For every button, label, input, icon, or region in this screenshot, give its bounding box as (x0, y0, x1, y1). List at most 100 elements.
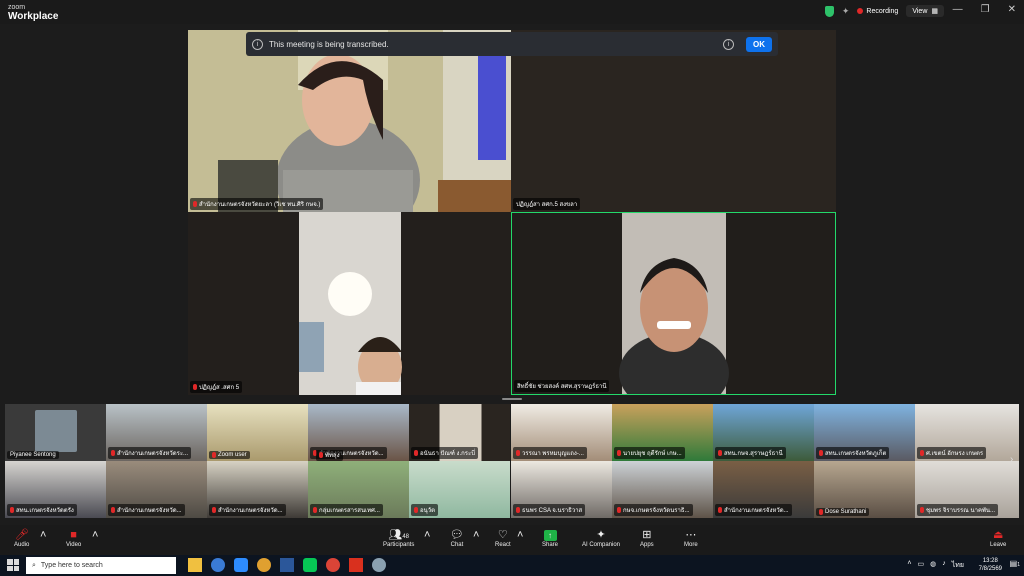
video-button[interactable]: ■ Video (66, 528, 81, 548)
participant-name: สำนักงานเกษตรจังหวัดยะลา (วิเช ทน.ศิริ ก… (199, 202, 321, 208)
gallery-tile[interactable]: สทน.เกษตรจังหวัดตรัง (5, 461, 106, 518)
gallery-tile[interactable]: สำนักงานเกษตรจังหวัด... (207, 461, 308, 518)
mic-off-icon (617, 507, 621, 513)
minimize-icon[interactable]: — (953, 4, 963, 15)
app-icon[interactable] (372, 558, 386, 572)
strip-drag-handle[interactable] (502, 398, 522, 400)
participant-name: พัทลุง (325, 453, 340, 459)
video-tile[interactable]: สำนักงานเกษตรจังหวัดยะลา (วิเช ทน.ศิริ ก… (188, 30, 511, 212)
notification-icon[interactable]: ▤1 (1010, 559, 1020, 568)
audio-button[interactable]: 🎤︎ Audio (14, 528, 29, 548)
gallery-tile[interactable]: อนันธา ปัณฑ์ ง.กระบี่ (409, 404, 510, 461)
participants-icon: 👥︎48 (388, 529, 409, 541)
gallery-tile[interactable]: ธนพร CSA จ.นราธิวาส (511, 461, 612, 518)
taskbar-search[interactable]: ⌕ Type here to search (26, 557, 176, 574)
search-placeholder: Type here to search (40, 562, 103, 569)
chevron-up-icon: ˄ (424, 529, 431, 541)
view-button[interactable]: View ▦ (906, 5, 944, 17)
search-icon: ⌕ (32, 561, 36, 569)
next-page-icon[interactable]: › (1010, 454, 1013, 465)
gallery-tile[interactable]: อนุวัต (409, 461, 510, 518)
mic-off-icon (516, 450, 520, 456)
pdf-icon[interactable] (349, 558, 363, 572)
participants-label: Participants (383, 542, 415, 548)
mic-off-icon (193, 384, 197, 390)
react-button[interactable]: ♡ React (495, 528, 511, 548)
mic-off-icon (212, 507, 216, 513)
gallery-tile[interactable]: วรรณา พรหมบุญแถง-... (511, 404, 612, 461)
title-bar: zoom Workplace ✦ Recording View ▦ — ❐ ✕ (0, 0, 1024, 24)
leave-button[interactable]: ⏏ Leave (990, 528, 1006, 548)
video-label: Video (66, 542, 82, 548)
gallery-tile[interactable]: ชุมพร จิราบรรณ นาคพัน... (915, 461, 1019, 518)
recording-badge[interactable]: Recording (857, 8, 898, 15)
gallery-tile[interactable]: กษจ.เกษตรจังหวัดนราธิ... (612, 461, 713, 518)
ai-companion-button[interactable]: ✦ AI Companion (582, 528, 620, 548)
mic-off-icon (718, 450, 722, 456)
participant-name: ศ.เขตน์ อักษรง เกษตร (926, 451, 984, 457)
gallery-tile[interactable]: Piyanee Sentong (5, 404, 106, 461)
gallery-tile[interactable]: สำนักงานเกษตรจังหวัด... (713, 461, 814, 518)
mic-off-icon: 🎤︎ (14, 529, 29, 541)
start-icon[interactable] (7, 559, 19, 571)
info-icon[interactable]: i (723, 38, 734, 50)
transcription-banner: i This meeting is being transcribed. i O… (246, 32, 778, 56)
word-icon[interactable] (280, 558, 294, 572)
video-tile[interactable]: ปฏิญฎ์สา สศก.5 สงขลา (511, 30, 836, 212)
gallery-tile[interactable]: สทน.เกษตรจังหวัดภูเก็ต (814, 404, 915, 461)
language-indicator[interactable]: ไทย (952, 560, 964, 571)
mic-off-icon (516, 507, 520, 513)
chrome-icon[interactable] (326, 558, 340, 572)
battery-icon[interactable]: ▭ (918, 560, 925, 571)
gallery-tile[interactable]: กลุ่มเกษตรสารสนเทศ... (308, 461, 409, 518)
leave-icon: ⏏ (992, 529, 1004, 541)
mic-off-icon (819, 450, 823, 456)
participants-button[interactable]: 👥︎48 Participants (383, 528, 414, 548)
gallery-tile[interactable]: สำนักงานเกษตรจังหวัด... (106, 461, 207, 518)
shield-icon[interactable] (824, 5, 834, 17)
chat-button[interactable]: 💬︎ Chat (450, 528, 464, 548)
video-tile[interactable]: ปฏิญฎ์ส .สศก 5 (188, 212, 511, 395)
apps-button[interactable]: ⊞ Apps (640, 528, 654, 548)
share-button[interactable]: ↑ Share (542, 528, 558, 548)
participants-options-chevron[interactable]: ˄ (424, 528, 430, 542)
chat-options-chevron[interactable]: ˄ (473, 528, 479, 542)
zoom-app-icon[interactable] (234, 558, 248, 572)
active-speaker-tile[interactable]: สิทธิ์ชัย ช่วยสงค์ สศท.สุราษฎร์ธานี (511, 212, 836, 395)
gallery-tile[interactable]: Dose Surathani (814, 461, 915, 518)
video-options-chevron[interactable]: ˄ (92, 528, 98, 542)
participant-name: สำนักงานเกษตรจังหวัด... (218, 508, 283, 514)
ok-button[interactable]: OK (746, 36, 772, 52)
gallery-tile-label: พัทลุง (316, 450, 376, 461)
clock[interactable]: 13:28 7/8/2569 (979, 557, 1002, 573)
app-icon[interactable] (211, 558, 225, 572)
recording-label: Recording (866, 7, 899, 15)
gallery-tile[interactable]: สทน.กษจ.สุราษฎร์ธานี (713, 404, 814, 461)
windows-taskbar: ⌕ Type here to search ˄ ▭ ◍ ♪ ไทย 13:28 … (0, 555, 1024, 576)
network-icon[interactable]: ◍ (930, 560, 936, 571)
sparkle-icon[interactable]: ✦ (842, 6, 850, 17)
participant-name: ชุมพร จิราบรรณ นาคพัน... (926, 508, 996, 514)
mic-off-icon (10, 507, 14, 513)
chevron-up-icon: ˄ (40, 529, 47, 541)
app-icon[interactable] (257, 558, 271, 572)
line-icon[interactable] (303, 558, 317, 572)
restore-icon[interactable]: ❐ (981, 4, 990, 15)
participant-video (188, 30, 511, 212)
gallery-tile[interactable]: สำนักงานเกษตรจังหวัดระ... (106, 404, 207, 461)
chat-icon: 💬︎ (450, 529, 464, 541)
ai-sparkle-icon: ✦ (596, 529, 606, 541)
chevron-up-icon[interactable]: ˄ (907, 560, 911, 571)
gallery-tile[interactable]: Zoom user (207, 404, 308, 461)
gallery-tile[interactable]: นายปยุช ฤดีรักษ์ เกษ... (612, 404, 713, 461)
gallery-tile[interactable]: ศ.เขตน์ อักษรง เกษตร (915, 404, 1019, 461)
brand-name: Workplace (8, 11, 59, 22)
participant-name: สทน.เกษตรจังหวัดภูเก็ต (825, 451, 887, 457)
audio-options-chevron[interactable]: ˄ (40, 528, 46, 542)
react-options-chevron[interactable]: ˄ (517, 528, 523, 542)
date: 7/8/2569 (978, 566, 1002, 572)
close-icon[interactable]: ✕ (1008, 4, 1016, 15)
volume-icon[interactable]: ♪ (942, 560, 946, 571)
more-button[interactable]: ⋯ More (684, 528, 698, 548)
file-explorer-icon[interactable] (188, 558, 202, 572)
